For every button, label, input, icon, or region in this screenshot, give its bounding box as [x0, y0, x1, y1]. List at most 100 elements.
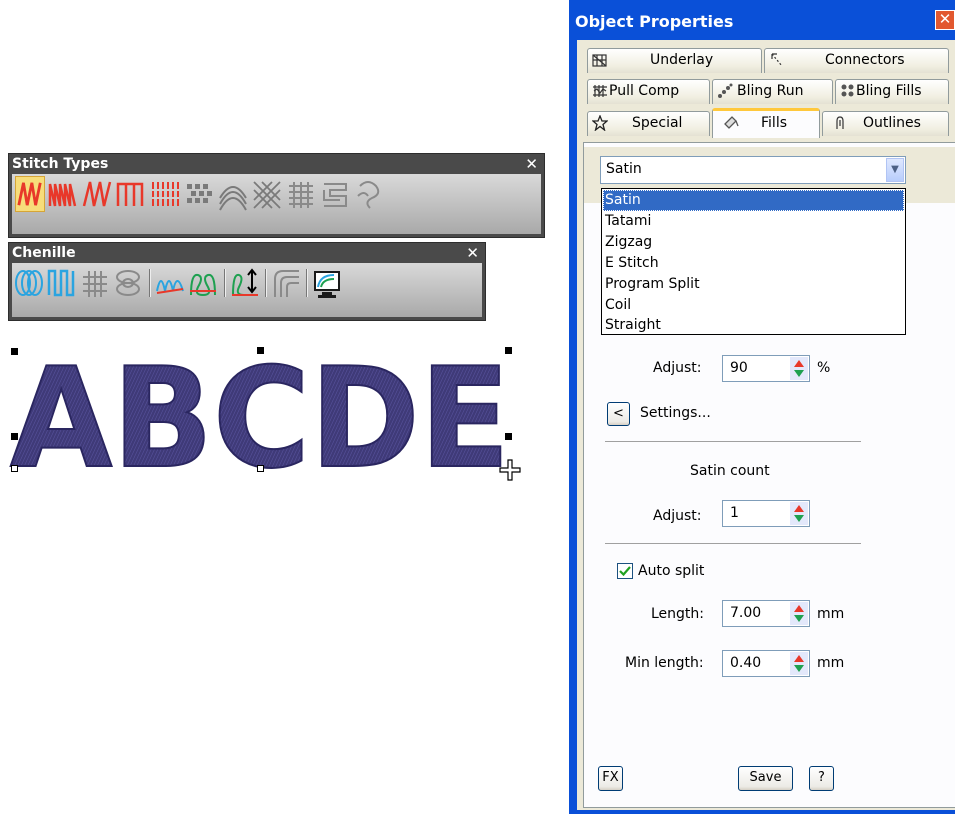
chenille-corner-icon[interactable] — [271, 265, 301, 301]
bling-run-icon — [717, 83, 733, 99]
adjust-unit: % — [817, 360, 831, 376]
chenille-icons — [12, 263, 482, 317]
selection-handle[interactable] — [505, 433, 512, 440]
toolbar-separator — [306, 269, 308, 297]
help-button[interactable]: ? — [809, 766, 834, 791]
length-value: 7.00 — [730, 605, 762, 621]
fill-type-selected: Satin — [606, 161, 642, 177]
star-icon — [591, 114, 609, 132]
tab-label: Underlay — [650, 52, 714, 68]
min-length-spinner[interactable]: 0.40 — [722, 650, 810, 677]
auto-split-checkbox[interactable] — [617, 563, 633, 579]
fx-button[interactable]: FX — [598, 766, 623, 791]
selection-handle[interactable] — [11, 433, 18, 440]
chenille-grid-icon[interactable] — [80, 265, 110, 301]
fill-type-option[interactable]: E Stitch — [603, 253, 904, 274]
spin-arrows-icon[interactable] — [790, 602, 808, 625]
embroidered-text[interactable]: ABCDE — [0, 337, 560, 500]
tab-outlines[interactable]: Outlines — [822, 111, 949, 136]
fill-type-dropdown-list: Satin Tatami Zigzag E Stitch Program Spl… — [601, 188, 906, 335]
chenille-height-icon[interactable] — [230, 265, 260, 301]
fill-type-option[interactable]: Zigzag — [603, 232, 904, 253]
bling-fills-icon — [840, 83, 856, 99]
fill-type-option[interactable]: Coil — [603, 295, 904, 316]
tab-special[interactable]: Special — [587, 111, 710, 136]
divider — [605, 543, 861, 544]
stitch-types-icons — [12, 174, 541, 234]
chenille-outline-b-icon[interactable] — [188, 265, 218, 301]
satin-icon[interactable] — [15, 176, 45, 212]
settings-toggle-button[interactable]: < — [607, 402, 630, 426]
selection-handle[interactable] — [257, 465, 264, 472]
chenille-toolbar: Chenille ✕ — [8, 242, 486, 321]
tab-bling-run[interactable]: Bling Run — [712, 79, 833, 104]
chevron-down-icon[interactable]: ▼ — [886, 158, 904, 182]
selection-handle[interactable] — [11, 348, 18, 355]
chenille-chain-icon[interactable] — [113, 265, 143, 301]
tab-bling-fills[interactable]: Bling Fills — [835, 79, 949, 104]
length-label: Length: — [651, 606, 705, 622]
tab-pull-comp[interactable]: Pull Comp — [587, 79, 710, 104]
design-canvas[interactable]: ABCDE — [0, 337, 560, 500]
fill-type-select[interactable]: Satin ▼ — [600, 156, 906, 184]
close-icon[interactable]: ✕ — [525, 154, 538, 174]
selection-handle[interactable] — [505, 347, 512, 354]
contour-icon[interactable] — [218, 176, 248, 212]
motif-fill-icon[interactable] — [320, 176, 350, 212]
checkmark-icon — [619, 566, 631, 577]
pull-comp-icon — [592, 83, 608, 99]
tab-underlay[interactable]: Underlay — [587, 48, 762, 73]
toolbar-separator — [149, 269, 151, 297]
close-icon[interactable]: ✕ — [466, 243, 479, 263]
stitch-types-title: Stitch Types ✕ — [9, 154, 544, 174]
adjust-spinner[interactable]: 90 — [722, 355, 810, 382]
tab-label: Outlines — [863, 115, 921, 131]
program-split-icon[interactable] — [150, 176, 180, 212]
pattern-fill-icon[interactable] — [354, 176, 384, 212]
tab-fills[interactable]: Fills — [712, 108, 820, 138]
cross-stitch-icon[interactable] — [252, 176, 282, 212]
chenille-title: Chenille ✕ — [9, 243, 485, 263]
tatami-icon[interactable] — [48, 176, 78, 212]
toolbar-separator — [265, 269, 267, 297]
chenille-zigzag-icon[interactable] — [47, 265, 77, 301]
chenille-title-text: Chenille — [12, 245, 76, 261]
settings-label: Settings... — [640, 405, 711, 421]
tab-label: Fills — [761, 115, 787, 131]
adjust-label: Adjust: — [653, 360, 702, 376]
selection-handle[interactable] — [257, 347, 264, 354]
fill-type-option[interactable]: Straight — [603, 315, 904, 336]
tab-label: Special — [632, 115, 683, 131]
tab-label: Pull Comp — [609, 83, 680, 99]
underlay-icon — [592, 52, 608, 68]
stitch-types-title-text: Stitch Types — [12, 156, 109, 172]
length-spinner[interactable]: 7.00 — [722, 600, 810, 627]
min-length-value: 0.40 — [730, 655, 762, 671]
outlines-icon — [831, 115, 847, 131]
spin-arrows-icon[interactable] — [790, 357, 808, 380]
e-stitch-icon[interactable] — [116, 176, 146, 212]
spin-arrows-icon[interactable] — [790, 652, 808, 675]
length-unit: mm — [817, 606, 845, 622]
fancy-fill-icon[interactable] — [286, 176, 316, 212]
move-cursor-icon — [498, 458, 522, 482]
tab-label: Bling Fills — [856, 83, 922, 99]
spin-arrows-icon[interactable] — [790, 502, 808, 525]
save-button[interactable]: Save — [738, 766, 793, 791]
dot-fill-icon[interactable] — [184, 176, 214, 212]
min-length-label: Min length: — [625, 655, 704, 671]
close-icon[interactable]: ✕ — [935, 10, 955, 30]
tab-connectors[interactable]: Connectors — [764, 48, 949, 73]
satin-adjust-spinner[interactable]: 1 — [722, 500, 810, 527]
chenille-monitor-icon[interactable] — [312, 265, 342, 301]
chenille-outline-a-icon[interactable] — [155, 265, 185, 301]
zigzag-icon[interactable] — [82, 176, 112, 212]
fill-type-option[interactable]: Program Split — [603, 274, 904, 295]
selection-handle[interactable] — [11, 465, 18, 472]
divider — [605, 441, 861, 442]
fill-type-option[interactable]: Satin — [603, 190, 904, 211]
chenille-loop-icon[interactable] — [14, 265, 44, 301]
fill-type-option[interactable]: Tatami — [603, 211, 904, 232]
satin-adjust-label: Adjust: — [653, 508, 702, 524]
adjust-value: 90 — [730, 360, 748, 376]
